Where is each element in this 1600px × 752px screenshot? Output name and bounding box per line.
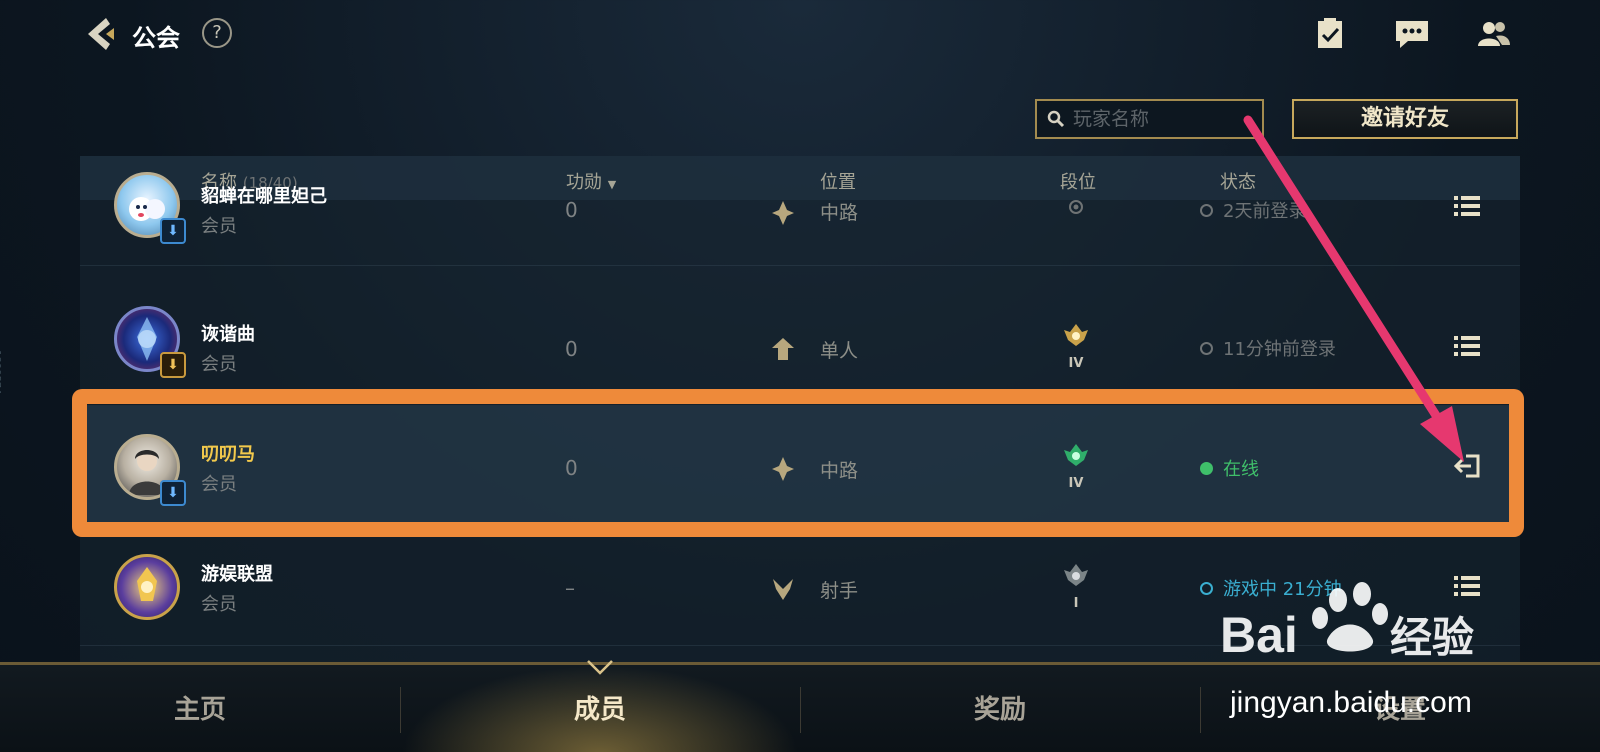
member-position: 射手 [820, 580, 859, 602]
help-icon[interactable]: ? [202, 18, 232, 48]
member-name[interactable]: 貂蝉在哪里妲己 [201, 182, 327, 208]
svg-text:经验: 经验 [1390, 613, 1474, 662]
rank-gold-icon: IV [1060, 322, 1092, 372]
status-dot [1200, 203, 1213, 217]
watermark-url: jingyan.baidu.com [1230, 686, 1472, 719]
download-badge-icon: ⬇ [160, 218, 186, 244]
search-input[interactable] [1073, 108, 1253, 130]
member-merit: – [565, 576, 575, 600]
member-status: 11分钟前登录 [1200, 335, 1336, 361]
mid-lane-icon [772, 201, 794, 225]
tab-members[interactable]: 成员 [400, 689, 800, 726]
invite-friends-button[interactable]: 邀请好友 [1292, 99, 1518, 139]
highlight-annotation-box [72, 389, 1524, 537]
avatar[interactable] [114, 554, 180, 620]
table-row[interactable]: ⬇ 诙谐曲 会员 0 单人 IV 11分钟前登录 [80, 286, 1520, 406]
member-merit: 0 [565, 198, 578, 222]
status-dot [1200, 341, 1213, 355]
member-merit: 0 [565, 337, 578, 361]
top-lane-icon [772, 338, 794, 360]
list-menu-icon[interactable] [1454, 194, 1480, 218]
side-id-label: 1800574 [0, 350, 2, 395]
member-position: 中路 [820, 202, 859, 224]
list-menu-icon[interactable] [1454, 334, 1480, 358]
download-badge-icon: ⬇ [160, 352, 186, 378]
member-role: 会员 [201, 594, 237, 615]
page-title: 公会 [132, 24, 180, 52]
task-checklist-icon[interactable] [1312, 18, 1348, 50]
status-dot [1200, 581, 1213, 595]
tab-indicator-icon [587, 660, 613, 675]
friends-icon[interactable] [1476, 18, 1512, 50]
member-status: 2天前登录 [1200, 197, 1306, 223]
tab-rewards[interactable]: 奖励 [800, 689, 1200, 726]
top-bar: 公会 ? [0, 0, 1600, 70]
rank-iron-icon: I [1060, 562, 1092, 612]
member-name[interactable]: 游娱联盟 [201, 560, 273, 586]
rank-unranked-icon [1069, 200, 1083, 214]
member-name[interactable]: 诙谐曲 [201, 320, 255, 346]
chat-icon[interactable] [1394, 18, 1430, 50]
member-role: 会员 [201, 216, 237, 237]
tab-home[interactable]: 主页 [0, 689, 400, 726]
back-icon[interactable] [80, 14, 120, 54]
svg-text:Bai: Bai [1220, 607, 1298, 663]
player-search[interactable] [1035, 99, 1264, 139]
search-icon [1047, 110, 1065, 128]
table-row[interactable]: ⬇ 貂蝉在哪里妲己 会员 0 中路 2天前登录 [80, 170, 1520, 266]
member-role: 会员 [201, 354, 237, 375]
marksman-icon [773, 579, 793, 600]
member-position: 单人 [820, 340, 859, 362]
